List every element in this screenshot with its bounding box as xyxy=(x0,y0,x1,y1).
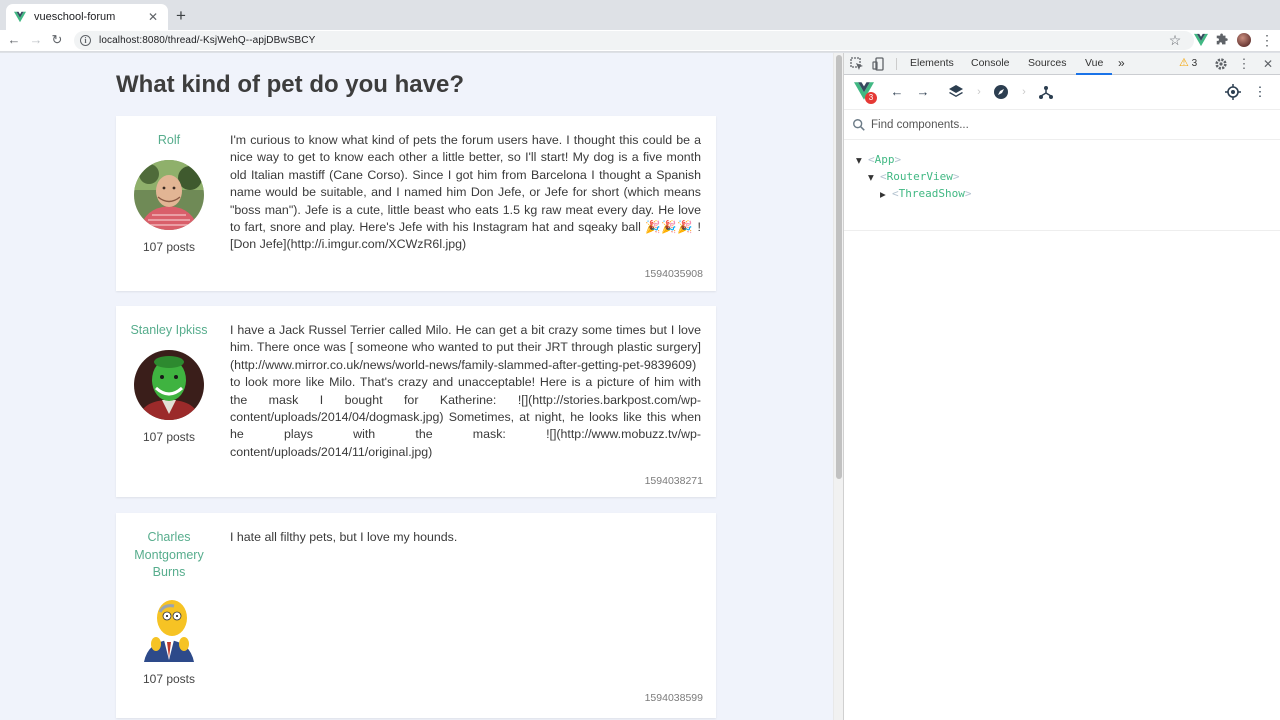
url-path: :8080/thread/-KsjWehQ--apjDBwSBCY xyxy=(139,35,316,46)
browser-menu-icon[interactable]: ⋮ xyxy=(1259,32,1275,48)
vue-devtools-extension-icon[interactable] xyxy=(1194,33,1208,47)
component-name: RouterView xyxy=(886,170,953,183)
avatar[interactable] xyxy=(134,159,204,230)
select-component-target-icon[interactable] xyxy=(1225,84,1241,100)
vue-menu-icon[interactable]: ⋮ xyxy=(1251,83,1269,101)
caret-down-icon[interactable]: ▼ xyxy=(868,169,880,186)
tree-node-routerview[interactable]: ▼ <RouterView> xyxy=(868,168,959,185)
profile-avatar[interactable] xyxy=(1237,33,1251,47)
tree-node-threadshow[interactable]: ▶ <ThreadShow> xyxy=(880,185,971,202)
avatar-stanley-image xyxy=(134,349,204,420)
author-name-link[interactable]: Rolf xyxy=(116,132,222,150)
post-item: Charles Montgomery Burns 107 posts I hat… xyxy=(116,513,716,718)
component-search xyxy=(844,110,1280,140)
warning-count: 3 xyxy=(1191,58,1198,69)
more-tabs-icon[interactable]: » xyxy=(1118,53,1125,75)
chevron-right-icon: › xyxy=(1022,86,1026,98)
page-viewport: What kind of pet do you have? Rolf 107 p… xyxy=(0,53,834,720)
url-host: localhost xyxy=(99,35,140,46)
forward-icon[interactable]: → xyxy=(27,31,45,49)
post-text: I'm curious to know what kind of pets th… xyxy=(230,133,701,252)
vue-favicon-icon xyxy=(14,11,26,23)
devtools-panel: Elements Console Sources Vue » ⚠ 3 ⋮ ✕ 3… xyxy=(843,53,1280,720)
search-icon xyxy=(853,119,865,131)
post-item: Stanley Ipkiss 107 posts I have a Jack R… xyxy=(116,306,716,497)
bookmark-star-icon[interactable]: ☆ xyxy=(1167,32,1183,48)
caret-right-icon[interactable]: ▶ xyxy=(880,186,892,203)
author-name-link[interactable]: Stanley Ipkiss xyxy=(116,322,222,340)
close-devtools-icon[interactable]: ✕ xyxy=(1260,56,1276,72)
address-bar[interactable]: i localhost:8080/thread/-KsjWehQ--apjDBw… xyxy=(74,31,1194,50)
inspect-element-icon[interactable] xyxy=(849,56,865,72)
post-author: Charles Montgomery Burns 107 posts xyxy=(116,513,222,686)
author-name-link[interactable]: Charles Montgomery Burns xyxy=(116,529,222,582)
browser-tabstrip: vueschool-forum ✕ + xyxy=(0,0,1280,30)
post-item: Rolf 107 posts I'm curious to know what … xyxy=(116,116,716,291)
post-author: Rolf 107 posts xyxy=(116,116,222,254)
extensions-puzzle-icon[interactable] xyxy=(1215,33,1229,47)
post-timestamp: 1594038271 xyxy=(644,475,703,487)
search-input[interactable] xyxy=(871,116,1251,134)
avatar[interactable] xyxy=(134,591,204,662)
avatar[interactable] xyxy=(134,349,204,420)
tab-sources[interactable]: Sources xyxy=(1028,53,1067,75)
caret-down-icon[interactable]: ▼ xyxy=(856,152,868,169)
post-count: 107 posts xyxy=(142,671,196,686)
site-info-icon[interactable]: i xyxy=(80,35,91,46)
tab-title: vueschool-forum xyxy=(34,11,116,23)
devtools-menu-icon[interactable]: ⋮ xyxy=(1236,56,1252,72)
page-scrollbar[interactable] xyxy=(833,53,843,720)
tab-console[interactable]: Console xyxy=(971,53,1010,75)
browser-tab[interactable]: vueschool-forum ✕ xyxy=(6,4,168,30)
post-timestamp: 1594038599 xyxy=(644,692,703,704)
vue-app-count-badge: 3 xyxy=(865,92,877,104)
component-name: ThreadShow xyxy=(898,187,965,200)
thread-title: What kind of pet do you have? xyxy=(116,71,464,98)
back-icon[interactable]: ← xyxy=(5,31,23,49)
tree-divider xyxy=(844,230,1280,231)
post-author: Stanley Ipkiss 107 posts xyxy=(116,306,222,444)
post-text: I have a Jack Russel Terrier called Milo… xyxy=(230,323,701,459)
post-timestamp: 1594035908 xyxy=(644,268,703,280)
tab-elements[interactable]: Elements xyxy=(910,53,954,75)
new-tab-button[interactable]: + xyxy=(172,6,190,26)
tree-node-app[interactable]: ▼ <App> xyxy=(856,151,901,168)
history-back-icon[interactable]: ← xyxy=(888,83,906,101)
post-text: I hate all filthy pets, but I love my ho… xyxy=(230,530,458,544)
post-count: 107 posts xyxy=(142,429,196,444)
url-text: localhost:8080/thread/-KsjWehQ--apjDBwSB… xyxy=(99,35,315,46)
tab-separator xyxy=(896,58,897,70)
vue-devtools-toolbar: 3 ← → › › ⋮ xyxy=(844,75,1280,110)
scrollbar-thumb[interactable] xyxy=(836,55,842,479)
history-forward-icon[interactable]: → xyxy=(914,83,932,101)
timeline-compass-icon[interactable] xyxy=(993,84,1009,100)
avatar-burns-image xyxy=(134,591,204,662)
tab-close-icon[interactable]: ✕ xyxy=(146,10,160,24)
warning-icon: ⚠ xyxy=(1179,57,1189,69)
device-toolbar-icon[interactable] xyxy=(871,56,887,72)
devtools-tabbar: Elements Console Sources Vue » ⚠ 3 ⋮ ✕ xyxy=(844,53,1280,75)
avatar-rolf-image xyxy=(134,159,204,230)
components-layers-icon[interactable] xyxy=(948,84,964,100)
post-count: 107 posts xyxy=(142,239,196,254)
component-name: App xyxy=(874,153,895,166)
tab-vue[interactable]: Vue xyxy=(1076,53,1113,75)
reload-icon[interactable]: ↻ xyxy=(48,31,66,49)
plugins-tree-icon[interactable] xyxy=(1038,84,1054,100)
settings-gear-icon[interactable] xyxy=(1213,56,1229,72)
browser-toolbar: ← → ↻ i localhost:8080/thread/-KsjWehQ--… xyxy=(0,30,1280,52)
warnings-badge[interactable]: ⚠ 3 xyxy=(1179,56,1197,69)
chevron-right-icon: › xyxy=(977,86,981,98)
